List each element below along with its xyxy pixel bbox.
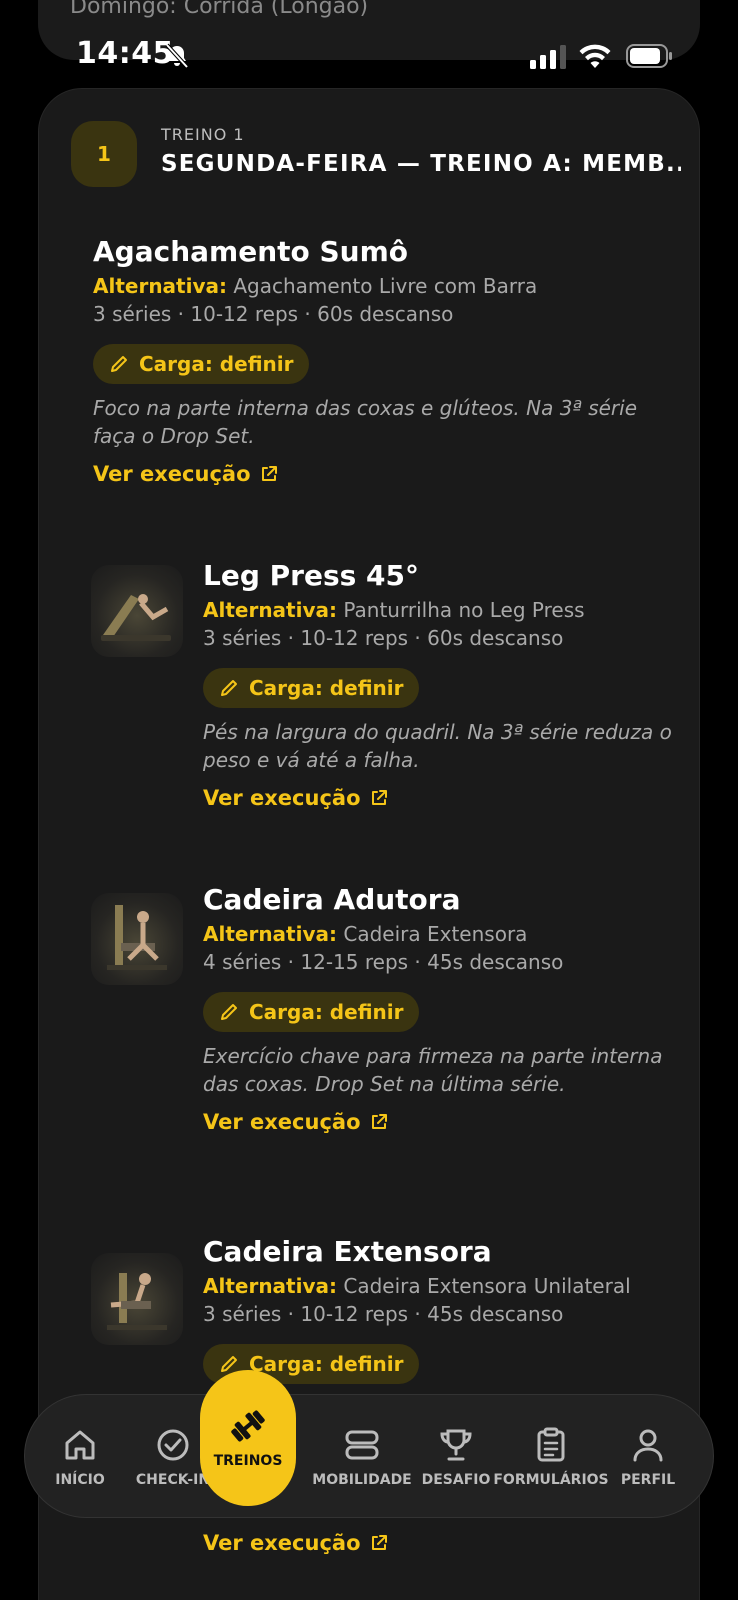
- exercise-alternative: Alternativa: Panturrilha no Leg Press: [203, 598, 673, 622]
- nav-item-treinos[interactable]: TREINOS: [200, 1370, 296, 1506]
- external-link-icon: [261, 466, 277, 481]
- load-button[interactable]: Carga: definir: [203, 992, 420, 1032]
- pencil-icon: [111, 356, 127, 372]
- clipboard-icon: [537, 1427, 565, 1462]
- home-icon: [65, 1430, 95, 1460]
- bell-muted-icon: [165, 43, 189, 69]
- alternative-value: Agachamento Livre com Barra: [233, 274, 538, 298]
- nav-item-perfil[interactable]: PERFIL: [617, 1395, 679, 1519]
- battery-icon: [626, 44, 672, 68]
- exercise-meta: 3 séries · 10-12 reps · 45s descanso: [203, 1302, 564, 1326]
- external-link-icon: [371, 1535, 387, 1550]
- nav-label: TREINOS: [213, 1453, 283, 1469]
- nav-label: DESAFIO: [421, 1472, 491, 1488]
- exercise-alternative: Alternativa: Cadeira Extensora Unilatera…: [203, 1274, 683, 1298]
- workout-subtitle: TREINO 1: [161, 125, 245, 144]
- signal-icon: [530, 45, 566, 69]
- load-label: Carga: definir: [249, 1000, 404, 1024]
- nav-item-inicio[interactable]: INÍCIO: [45, 1395, 115, 1519]
- view-execution-link[interactable]: Ver execução: [203, 1110, 389, 1134]
- alternative-value: Cadeira Extensora: [343, 922, 528, 946]
- exercise-meta: 3 séries · 10-12 reps · 60s descanso: [93, 302, 454, 326]
- external-link-icon: [371, 1114, 387, 1129]
- exercise-name: Cadeira Adutora: [203, 883, 461, 916]
- adductor-machine-image: [107, 905, 167, 970]
- load-button[interactable]: Carga: definir: [93, 344, 310, 384]
- exercise-item: Cadeira Extensora Alternativa: Cadeira E…: [203, 1235, 683, 1384]
- view-execution-link[interactable]: Ver execução: [203, 786, 389, 810]
- exercise-note: Foco na parte interna das coxas e glúteo…: [93, 396, 638, 448]
- view-execution-link[interactable]: Ver execução: [93, 462, 279, 486]
- exercise-alternative: Alternativa: Cadeira Extensora: [203, 922, 673, 946]
- exercise-thumbnail[interactable]: [91, 1253, 183, 1345]
- view-execution-link[interactable]: Ver execução: [203, 1531, 389, 1555]
- exercise-meta: 3 séries · 10-12 reps · 60s descanso: [203, 626, 564, 650]
- workout-number-badge: 1: [71, 121, 137, 187]
- exercise-thumbnail[interactable]: [91, 893, 183, 985]
- leg-press-image: [101, 594, 171, 641]
- view-execution-label: Ver execução: [203, 1110, 361, 1134]
- nav-item-formularios[interactable]: FORMULÁRIOS: [493, 1395, 609, 1519]
- load-button[interactable]: Carga: definir: [203, 668, 420, 708]
- external-link-icon: [371, 790, 387, 805]
- nav-label: MOBILIDADE: [312, 1472, 412, 1488]
- exercise-note: Exercício chave para firmeza na parte in…: [203, 1044, 663, 1096]
- nav-label: PERFIL: [620, 1472, 676, 1488]
- load-label: Carga: definir: [139, 352, 294, 376]
- nav-item-desafio[interactable]: DESAFIO: [421, 1395, 491, 1519]
- exercise-name: Agachamento Sumô: [93, 235, 409, 268]
- exercise-name: Leg Press 45°: [203, 559, 419, 592]
- view-execution-label: Ver execução: [203, 786, 361, 810]
- exercise-name: Cadeira Extensora: [203, 1235, 492, 1268]
- nav-item-mobilidade[interactable]: MOBILIDADE: [312, 1395, 412, 1519]
- user-icon: [633, 1429, 663, 1462]
- status-time: 14:45: [76, 36, 174, 71]
- exercise-alternative: Alternativa: Agachamento Livre com Barra: [93, 274, 673, 298]
- previous-card-text: Domingo: Corrida (Longão): [70, 0, 369, 19]
- stack-icon: [345, 1430, 379, 1460]
- alternative-label: Alternativa:: [93, 274, 228, 298]
- exercise-meta: 4 séries · 12-15 reps · 45s descanso: [203, 950, 564, 974]
- exercise-item: Leg Press 45° Alternativa: Panturrilha n…: [203, 559, 673, 810]
- leg-extension-image: [107, 1273, 167, 1330]
- exercise-item: Cadeira Adutora Alternativa: Cadeira Ext…: [203, 883, 673, 1134]
- view-execution-label: Ver execução: [93, 462, 251, 486]
- check-badge-icon: [157, 1429, 189, 1461]
- workout-title[interactable]: SEGUNDA-FEIRA — TREINO A: MEMB...: [161, 151, 681, 177]
- workout-card: 1 TREINO 1 SEGUNDA-FEIRA — TREINO A: MEM…: [38, 88, 700, 1600]
- alternative-label: Alternativa:: [203, 922, 338, 946]
- pencil-icon: [221, 1004, 237, 1020]
- pencil-icon: [221, 680, 237, 696]
- dumbbell-icon: [231, 1410, 265, 1442]
- exercise-thumbnail[interactable]: [91, 565, 183, 657]
- alternative-label: Alternativa:: [203, 598, 338, 622]
- exercise-item: Agachamento Sumô Alternativa: Agachament…: [93, 235, 673, 486]
- wifi-icon: [579, 44, 611, 68]
- alternative-value: Panturrilha no Leg Press: [343, 598, 585, 622]
- nav-label: INÍCIO: [55, 1472, 105, 1488]
- load-label: Carga: definir: [249, 1352, 404, 1376]
- view-execution-label: Ver execução: [203, 1531, 361, 1555]
- trophy-icon: [440, 1429, 472, 1461]
- bottom-nav: INÍCIO CHECK-IN MOBILIDADE DESAFIO FORMU…: [24, 1394, 714, 1518]
- alternative-value: Cadeira Extensora Unilateral: [343, 1274, 631, 1298]
- exercise-note: Pés na largura do quadril. Na 3ª série r…: [203, 720, 672, 772]
- alternative-label: Alternativa:: [203, 1274, 338, 1298]
- nav-label: FORMULÁRIOS: [493, 1472, 609, 1488]
- nav-label: CHECK-IN: [135, 1472, 211, 1488]
- load-label: Carga: definir: [249, 676, 404, 700]
